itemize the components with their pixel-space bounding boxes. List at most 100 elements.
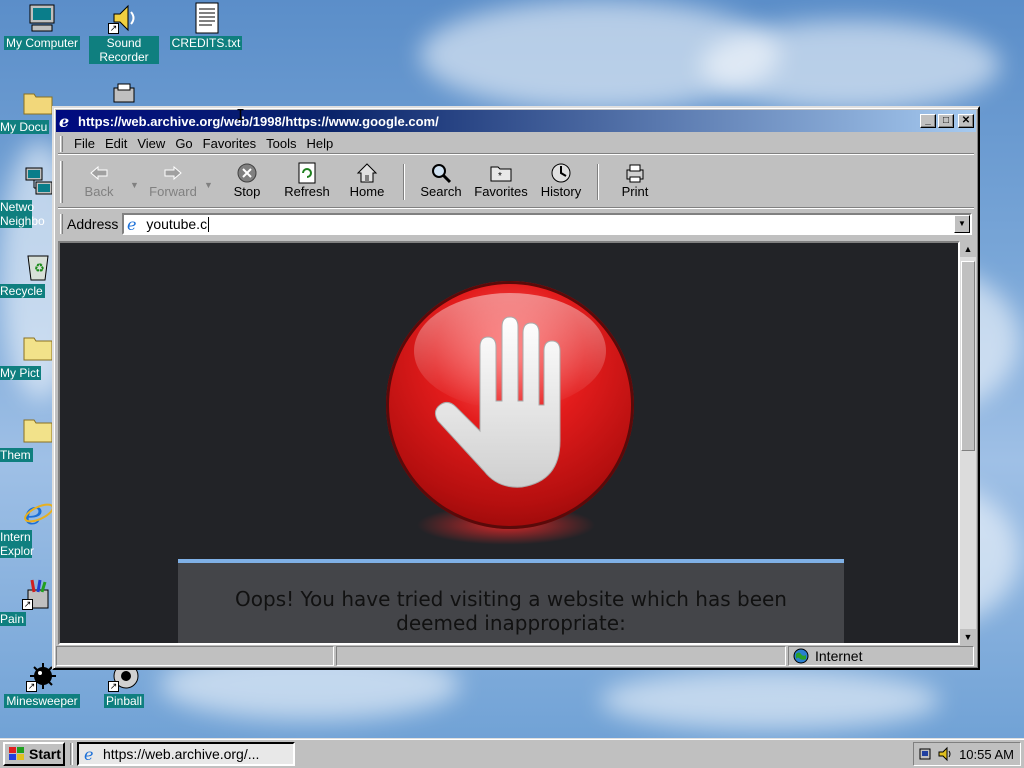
menu-help[interactable]: Help — [301, 136, 338, 151]
forward-arrow-icon — [161, 162, 185, 184]
stop-icon — [235, 162, 259, 184]
volume-icon[interactable] — [937, 746, 953, 762]
minimize-icon: _ — [925, 115, 931, 126]
start-button[interactable]: Start — [3, 741, 65, 766]
desktop-icon-internet-explorer[interactable]: e Intern Explor — [0, 494, 58, 558]
security-zone-label: Internet — [815, 648, 863, 664]
maximize-icon: □ — [942, 115, 950, 126]
desktop-icon-paint[interactable]: ↗ Pain — [0, 578, 58, 626]
home-icon — [355, 162, 379, 184]
scroll-up-button[interactable]: ▲ — [960, 241, 976, 257]
window-title: https://web.archive.org/web/1998/https:/… — [78, 113, 439, 129]
toolbar-separator — [403, 164, 405, 200]
menu-grip[interactable] — [60, 135, 63, 152]
svg-text:e: e — [84, 746, 93, 762]
scroll-thumb[interactable] — [961, 261, 975, 451]
shortcut-arrow-icon: ↗ — [108, 681, 119, 692]
text-caret — [208, 216, 210, 232]
scroll-down-button[interactable]: ▼ — [960, 629, 976, 645]
desktop-icon-my-pictures[interactable]: My Pict — [0, 332, 58, 380]
taskbar: Start e https://web.archive.org/... 10:5… — [0, 738, 1024, 768]
back-label: Back — [84, 184, 114, 199]
speaker-icon: ↗ — [108, 2, 140, 34]
menu-go[interactable]: Go — [170, 136, 197, 151]
desktop-icon-label: Netwo Neighbo — [0, 200, 45, 228]
desktop-icon-label: Sound Recorder — [89, 36, 159, 64]
desktop-icon-network[interactable]: Netwo Neighbo — [0, 166, 58, 228]
blocked-message: Oops! You have tried visiting a website … — [235, 587, 787, 635]
desktop-icon-recycle-bin[interactable]: ♻ Recycle — [0, 250, 58, 298]
print-label: Print — [621, 184, 649, 199]
chevron-down-icon: ▼ — [958, 219, 966, 228]
clock[interactable]: 10:55 AM — [959, 747, 1014, 762]
network-tray-icon[interactable] — [919, 746, 935, 762]
paint-icon: ↗ — [22, 578, 54, 610]
windows-logo-icon — [9, 746, 24, 760]
desktop-icon-sound-recorder[interactable]: ↗ Sound Recorder — [82, 2, 166, 64]
internet-explorer-icon: e — [84, 746, 93, 762]
title-bar[interactable]: e https://web.archive.org/web/1998/https… — [56, 110, 976, 132]
minimize-button[interactable]: _ — [920, 114, 936, 128]
forward-button[interactable]: Forward — [143, 158, 203, 204]
menu-tools[interactable]: Tools — [261, 136, 301, 151]
refresh-button[interactable]: Refresh — [277, 158, 337, 204]
recycle-bin-icon: ♻ — [22, 250, 54, 282]
status-panel-zone: Internet — [788, 646, 974, 666]
print-button[interactable]: Print — [605, 158, 665, 204]
menu-edit[interactable]: Edit — [100, 136, 132, 151]
back-button[interactable]: Back — [69, 158, 129, 204]
history-button[interactable]: History — [531, 158, 591, 204]
taskbar-window-label: https://web.archive.org/... — [103, 745, 260, 762]
back-arrow-icon — [87, 162, 111, 184]
status-panel-main — [56, 646, 334, 666]
chevron-down-icon: ▼ — [204, 180, 213, 190]
desktop-icon-themes[interactable]: Them — [0, 414, 58, 462]
browser-window: e https://web.archive.org/web/1998/https… — [52, 106, 980, 670]
scroll-up-icon: ▲ — [963, 244, 973, 254]
refresh-label: Refresh — [284, 184, 330, 199]
svg-text:e: e — [127, 216, 136, 232]
address-input[interactable]: e youtube.c ▼ — [122, 213, 972, 235]
back-dropdown[interactable]: ▼ — [129, 158, 143, 204]
toolbar-grip[interactable] — [60, 161, 63, 203]
history-label: History — [540, 184, 582, 199]
menu-bar: File Edit View Go Favorites Tools Help — [58, 134, 974, 154]
search-button[interactable]: Search — [411, 158, 471, 204]
cloud — [600, 670, 940, 730]
cloud — [700, 20, 1000, 110]
close-button[interactable]: ✕ — [958, 114, 974, 128]
status-bar: Internet — [56, 646, 976, 666]
svg-text:e: e — [59, 113, 69, 129]
desktop-icon-my-documents[interactable]: My Docu — [0, 86, 58, 134]
folder-icon — [22, 332, 54, 364]
search-label: Search — [420, 184, 462, 199]
internet-explorer-icon: e — [127, 216, 136, 232]
menu-view[interactable]: View — [132, 136, 170, 151]
home-button[interactable]: Home — [337, 158, 397, 204]
refresh-icon — [295, 162, 319, 184]
forward-dropdown[interactable]: ▼ — [203, 158, 217, 204]
address-dropdown-button[interactable]: ▼ — [954, 215, 970, 233]
favorites-button[interactable]: * Favorites — [471, 158, 531, 204]
taskbar-window-button[interactable]: e https://web.archive.org/... — [77, 741, 295, 766]
maximize-button[interactable]: □ — [938, 114, 954, 128]
menu-favorites[interactable]: Favorites — [198, 136, 261, 151]
system-tray: 10:55 AM — [913, 742, 1021, 766]
menu-file[interactable]: File — [69, 136, 100, 151]
desktop-icon-my-computer[interactable]: My Computer — [0, 2, 84, 50]
history-icon — [549, 162, 573, 184]
text-file-icon — [190, 2, 222, 34]
page-content[interactable]: Oops! You have tried visiting a website … — [58, 241, 960, 645]
desktop-icon-credits[interactable]: CREDITS.txt — [164, 2, 248, 50]
stop-button[interactable]: Stop — [217, 158, 277, 204]
desktop-icon-label: Pinball — [103, 694, 145, 708]
blocked-notice: Oops! You have tried visiting a website … — [178, 559, 844, 643]
shortcut-arrow-icon: ↗ — [22, 599, 33, 610]
shortcut-arrow-icon: ↗ — [26, 681, 37, 692]
globe-icon — [793, 648, 809, 664]
folder-icon — [22, 86, 54, 118]
address-grip[interactable] — [60, 214, 63, 234]
vertical-scrollbar[interactable]: ▲ ▼ — [960, 241, 976, 645]
desktop-icon-label: My Pict — [0, 366, 42, 380]
favorites-label: Favorites — [474, 184, 528, 199]
